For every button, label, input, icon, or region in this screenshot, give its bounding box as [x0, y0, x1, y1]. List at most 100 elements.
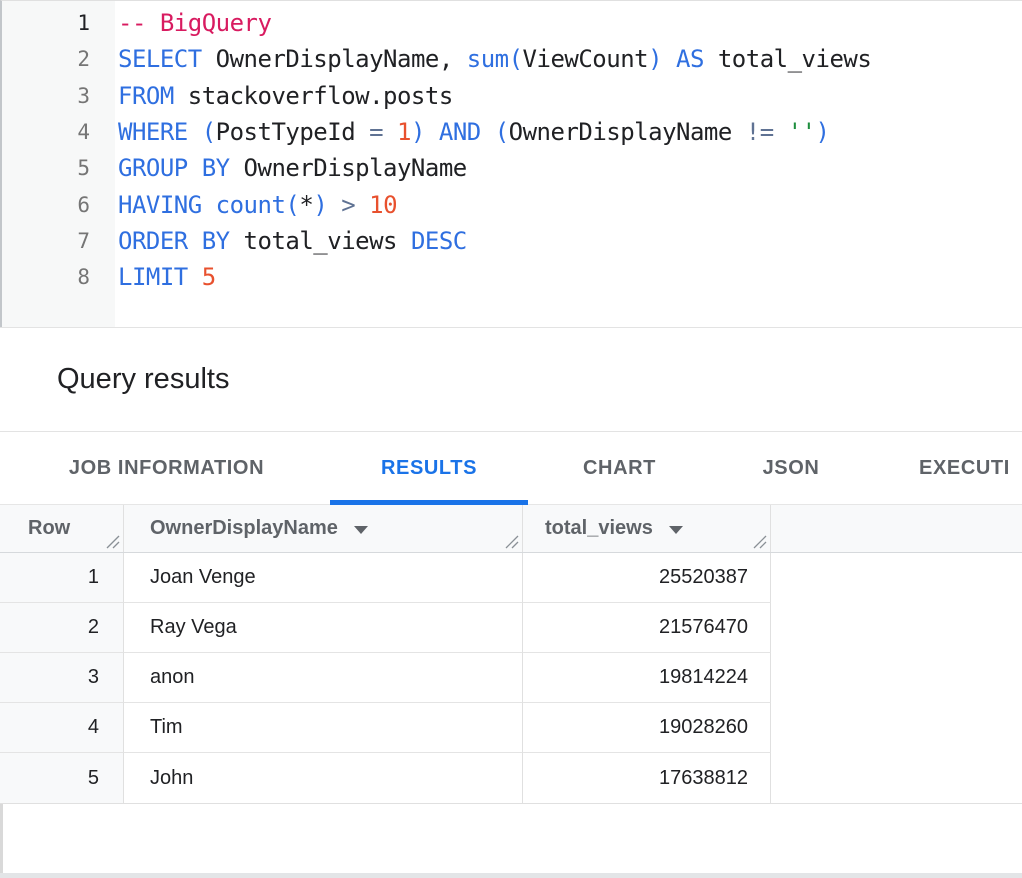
code-token-kw: ORDER BY [118, 227, 230, 255]
column-resize-icon[interactable] [752, 534, 767, 549]
code-token-plain [327, 191, 341, 219]
owner-display-name-cell: Tim [124, 703, 523, 753]
code-token-str: '' [788, 118, 816, 146]
sort-dropdown-icon[interactable] [669, 526, 683, 534]
tab-executi[interactable]: EXECUTI [871, 432, 1022, 504]
code-token-plain: OwnerDisplayName [509, 118, 746, 146]
row-number-cell: 3 [0, 653, 124, 703]
owner-display-name-cell: anon [124, 653, 523, 703]
code-token-kw: ( [202, 118, 216, 146]
column-resize-icon[interactable] [105, 534, 120, 549]
code-token-kw: LIMIT [118, 263, 188, 291]
column-header-ownerdisplayname[interactable]: OwnerDisplayName [124, 505, 523, 552]
line-number: 6 [2, 193, 90, 217]
owner-display-name-cell: Joan Venge [124, 553, 523, 603]
tab-job-information[interactable]: JOB INFORMATION [3, 432, 330, 504]
code-line: 2SELECT OwnerDisplayName, sum(ViewCount)… [2, 41, 1022, 77]
code-line: 1 -- BigQuery [2, 5, 1022, 41]
owner-display-name-cell: Ray Vega [124, 603, 523, 653]
code-token-kw: ) [648, 45, 662, 73]
code-line: 6HAVING count(*) > 10 [2, 186, 1022, 222]
code-token-kw: SELECT [118, 45, 202, 73]
code-token-kw: ) [816, 118, 830, 146]
filler-cell [771, 753, 1022, 803]
code-text: HAVING count(*) > 10 [90, 191, 397, 219]
code-token-kw: GROUP BY [118, 154, 230, 182]
code-token-plain [188, 118, 202, 146]
code-token-kw: ) [411, 118, 425, 146]
code-token-plain [383, 118, 397, 146]
code-token-kw: FROM [118, 82, 174, 110]
code-token-kw: WHERE [118, 118, 188, 146]
column-label-total-views: total_views [545, 517, 653, 540]
line-number: 8 [2, 265, 90, 289]
code-token-kw: AND [439, 118, 481, 146]
code-token-plain: OwnerDisplayName [230, 154, 467, 182]
code-token-plain: stackoverflow.posts [174, 82, 453, 110]
code-token-plain [774, 118, 788, 146]
code-token-plain [481, 118, 495, 146]
code-token-kw: HAVING [118, 191, 202, 219]
code-line: 5GROUP BY OwnerDisplayName [2, 150, 1022, 186]
tab-label: EXECUTI [919, 457, 1010, 480]
results-empty-area [0, 804, 1022, 873]
code-token-comment: -- BigQuery [118, 9, 271, 37]
code-text: SELECT OwnerDisplayName, sum(ViewCount) … [90, 45, 871, 73]
sql-editor[interactable]: 1 -- BigQuery 2SELECT OwnerDisplayName, su… [0, 0, 1022, 327]
code-line: 7ORDER BY total_views DESC [2, 223, 1022, 259]
tab-chart[interactable]: CHART [528, 432, 711, 504]
code-token-kw: count( [216, 191, 300, 219]
row-number-cell: 2 [0, 603, 124, 653]
filler-cell [771, 653, 1022, 703]
total-views-cell: 17638812 [523, 753, 771, 803]
code-token-kw: AS [676, 45, 704, 73]
row-number-cell: 5 [0, 753, 124, 803]
code-line: 8LIMIT 5 [2, 259, 1022, 295]
code-token-plain: total_views [230, 227, 411, 255]
column-header-filler [771, 505, 1022, 552]
column-resize-icon[interactable] [504, 534, 519, 549]
tab-results[interactable]: RESULTS [330, 432, 528, 504]
table-row: 3anon19814224 [0, 653, 1022, 703]
owner-display-name-cell: John [124, 753, 523, 803]
total-views-cell: 19028260 [523, 703, 771, 753]
code-token-plain [202, 191, 216, 219]
code-token-plain: * [299, 191, 313, 219]
code-token-plain [188, 263, 202, 291]
total-views-cell: 21576470 [523, 603, 771, 653]
tab-json[interactable]: JSON [711, 432, 871, 504]
filler-cell [771, 553, 1022, 603]
query-results-section-header: Query results [0, 327, 1022, 431]
code-token-plain [425, 118, 439, 146]
tab-label: CHART [583, 457, 656, 480]
code-token-num: 5 [202, 263, 216, 291]
line-number: 3 [2, 84, 90, 108]
tab-label: JSON [763, 457, 820, 480]
table-row: 4Tim19028260 [0, 703, 1022, 753]
column-label-ownerdisplayname: OwnerDisplayName [150, 517, 338, 540]
code-text: LIMIT 5 [90, 263, 216, 291]
tab-label: RESULTS [381, 457, 477, 480]
row-number-cell: 1 [0, 553, 124, 603]
line-number: 1 [2, 11, 90, 35]
query-results-title: Query results [57, 363, 229, 396]
column-header-total-views[interactable]: total_views [523, 505, 771, 552]
filler-cell [771, 603, 1022, 653]
table-row: 5John17638812 [0, 753, 1022, 803]
table-row: 1Joan Venge25520387 [0, 553, 1022, 603]
column-header-row[interactable]: Row [0, 505, 124, 552]
results-tab-bar: JOB INFORMATION RESULTS CHART JSON EXECUTI [0, 431, 1022, 505]
sort-dropdown-icon[interactable] [354, 526, 368, 534]
code-token-plain: ViewCount [523, 45, 649, 73]
code-token-kw: DESC [411, 227, 467, 255]
code-text: WHERE (PostTypeId = 1) AND (OwnerDisplay… [90, 118, 830, 146]
horizontal-scrollbar-track[interactable] [0, 873, 1022, 878]
code-token-kw: sum( [467, 45, 523, 73]
code-token-plain: OwnerDisplayName, [202, 45, 467, 73]
results-table-header: Row OwnerDisplayName total_views [0, 505, 1022, 553]
code-text: GROUP BY OwnerDisplayName [90, 154, 467, 182]
code-token-plain: total_views [704, 45, 871, 73]
code-text: ORDER BY total_views DESC [90, 227, 467, 255]
code-token-op: > [341, 191, 355, 219]
code-token-num: 10 [369, 191, 397, 219]
